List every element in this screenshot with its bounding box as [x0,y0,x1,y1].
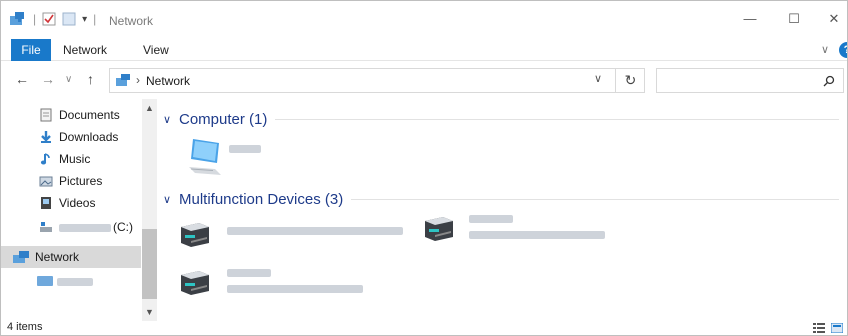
qa-separator: | [33,12,37,26]
device-text [227,269,363,293]
printer-icon [181,271,209,295]
title-bar: | ▾ | Network — ☐ ✕ [1,1,847,39]
forward-button[interactable]: → [41,71,55,87]
navigation-bar: ← → ∨ ↑ › Network ∨ ↻ [1,61,847,99]
collapse-chevron-icon[interactable]: ∨ [163,193,177,206]
recent-locations-button[interactable]: ∨ [65,74,72,85]
downloads-icon [41,131,51,143]
address-dropdown-icon[interactable]: ∨ [594,72,602,85]
nav-item-label: Downloads [59,130,119,144]
documents-icon [40,108,52,122]
device-item[interactable] [177,219,403,251]
navigation-pane: Documents Downloads Music Pictures Video… [1,99,157,321]
pictures-icon [39,176,53,187]
tab-network[interactable]: Network [63,39,107,61]
tab-view[interactable]: View [143,39,169,61]
details-view-icon[interactable] [813,323,825,333]
network-icon [13,251,29,263]
network-folder-icon[interactable] [9,12,27,26]
group-divider [351,198,839,200]
search-input[interactable] [656,68,844,93]
nav-item-label: Pictures [59,174,103,188]
nav-item-label: Network [35,250,80,264]
group-header-computer[interactable]: ∨ Computer (1) [163,109,839,129]
blurred-computer-name [229,145,261,153]
blurred-device-detail [469,231,605,239]
blurred-device-name [227,269,271,277]
address-bar[interactable]: › Network ∨ [109,68,645,93]
up-button[interactable]: ↑ [87,71,94,87]
tab-file[interactable]: File [11,39,51,61]
group-header-multifunction-devices[interactable]: ∨ Multifunction Devices (3) [163,189,839,209]
file-list: ∨ Computer (1) ∨ Multifunction Devices (… [161,99,845,321]
drive-icon [40,222,52,232]
breadcrumb-network[interactable]: Network [146,74,190,88]
device-item[interactable] [421,213,605,245]
device-item[interactable] [177,267,363,299]
nav-item-downloads[interactable]: Downloads [1,126,141,148]
close-button[interactable]: ✕ [817,7,847,31]
nav-item-network-computer[interactable] [1,270,141,292]
nav-item-label: (C:) [113,220,133,234]
qa-separator-2: | [93,12,97,26]
scroll-down-icon[interactable]: ▼ [142,307,157,317]
nav-item-drive-c[interactable]: (C:) [1,216,141,238]
expand-ribbon-icon[interactable]: ∨ [821,43,829,56]
quick-access-toolbar: | ▾ | [9,12,96,26]
blurred-computer-name [57,278,93,286]
nav-scrollbar-thumb[interactable] [142,229,157,299]
nav-item-label: Documents [59,108,120,122]
group-title: Computer (1) [179,110,268,128]
nav-item-network[interactable]: Network [1,246,141,268]
tiles-view-icon[interactable] [831,323,843,333]
computer-icon [189,139,221,175]
music-icon [40,153,50,165]
breadcrumb-separator: › [136,73,140,87]
blurred-device-name [469,215,513,223]
blurred-drive-name [59,224,111,232]
blurred-device-name [227,227,403,235]
group-title: Multifunction Devices (3) [179,190,344,208]
printer-icon [181,223,209,247]
scroll-up-icon[interactable]: ▲ [142,103,157,113]
window-title: Network [109,14,154,28]
blurred-device-detail [227,285,363,293]
device-text [469,215,605,239]
help-button[interactable]: ? [839,42,847,58]
nav-item-documents[interactable]: Documents [1,104,141,126]
explorer-window: | ▾ | Network — ☐ ✕ File Network View ∨ … [0,0,848,336]
minimize-button[interactable]: — [733,7,767,31]
customize-qa-dropdown-icon[interactable]: ▾ [82,14,87,25]
status-bar: 4 items [1,319,847,335]
refresh-button[interactable]: ↻ [615,68,645,93]
maximize-button[interactable]: ☐ [777,7,811,31]
nav-item-music[interactable]: Music [1,148,141,170]
printer-icon [425,217,453,241]
computer-icon [37,276,53,286]
properties-icon[interactable] [42,12,56,26]
nav-item-label: Videos [59,196,96,210]
computer-item[interactable] [187,137,261,177]
nav-item-label: Music [59,152,91,166]
nav-item-pictures[interactable]: Pictures [1,170,141,192]
item-count: 4 items [7,321,43,333]
ribbon-tabs: File Network View ∨ ? [1,39,847,61]
new-folder-icon[interactable] [62,12,76,26]
collapse-chevron-icon[interactable]: ∨ [163,113,177,126]
videos-icon [41,197,51,209]
nav-item-videos[interactable]: Videos [1,192,141,214]
search-icon [823,75,835,87]
back-button[interactable]: ← [15,71,29,87]
network-icon [116,74,130,86]
group-divider [275,118,839,120]
